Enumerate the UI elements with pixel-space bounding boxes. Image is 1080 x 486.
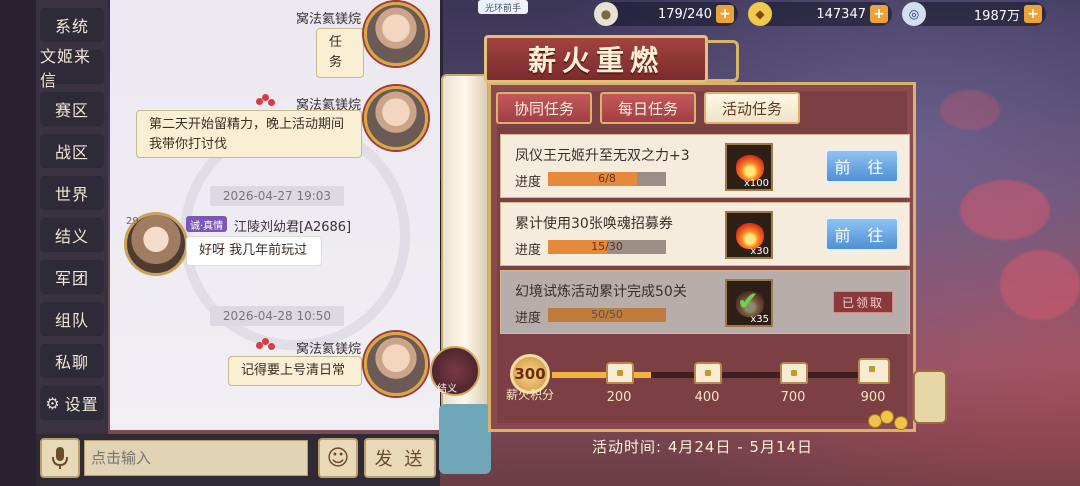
task-row: 幻境试炼活动累计完成50关 进度 50/50 ✔ x35 已领取 — [500, 270, 910, 334]
resource-bar: ● 179/240 + ◆ 147347 + ◎ 1987万 + — [594, 2, 1046, 26]
task-tabs: 协同任务 每日任务 活动任务 — [496, 92, 800, 124]
chest-icon[interactable] — [694, 362, 722, 384]
timestamp: 2026-04-27 19:03 — [210, 186, 344, 206]
chest-icon[interactable] — [780, 362, 808, 384]
message-bubble: 任务 — [316, 28, 364, 78]
message-bubble: 第二天开始留精力，晚上活动期间我带你打讨伐 — [136, 110, 362, 158]
sender-name: 窝法氦镁烷 — [296, 342, 362, 357]
chest-icon[interactable] — [606, 362, 634, 384]
player-level: 29 — [126, 216, 139, 227]
emoji-button[interactable]: ☺ — [318, 438, 358, 478]
sidebar-item-region[interactable]: 赛区 — [40, 92, 104, 126]
resource-gold: ◆ 147347 + — [748, 2, 892, 26]
timestamp: 2026-04-28 10:50 — [210, 306, 344, 326]
coins-decoration — [868, 408, 916, 430]
task-description: 幻境试炼活动累计完成50关 — [515, 284, 687, 300]
sidebar-item-system[interactable]: 系统 — [40, 8, 104, 42]
reward-quantity: x100 — [743, 178, 769, 189]
reward-quantity: x30 — [750, 246, 769, 257]
tab-event[interactable]: 活动任务 — [704, 92, 800, 124]
sidebar-item-war-zone[interactable]: 战区 — [40, 134, 104, 168]
chat-text-input[interactable] — [84, 440, 308, 476]
sidebar-item-world[interactable]: 世界 — [40, 176, 104, 210]
resource-stamina: ● 179/240 + — [594, 2, 738, 26]
sidebar-item-team[interactable]: 组队 — [40, 302, 104, 336]
progress-text: 6/8 — [598, 172, 616, 185]
chat-channel-sidebar: 系统 文姬来信 赛区 战区 世界 结义 军团 组队 私聊 ⚙ 设置 — [36, 0, 108, 436]
milestone-label: 900 — [860, 390, 886, 405]
reward-item[interactable]: ✔ x35 — [725, 279, 773, 327]
add-gold-button[interactable]: + — [870, 5, 888, 23]
flower-ornament-icon — [256, 94, 278, 108]
self-avatar[interactable] — [364, 86, 428, 150]
coins-value: 1987万 — [973, 8, 1020, 24]
chat-panel[interactable]: 窝法氦镁烷 任务 窝法氦镁烷 第二天开始留精力，晚上活动期间我带你打讨伐 202… — [110, 0, 443, 430]
task-row: 凤仪王元姬升至无双之力+3 进度 6/8 x100 前 往 — [500, 134, 910, 198]
gold-ingot-icon: ◆ — [748, 2, 772, 26]
flower-ornament-icon — [256, 338, 278, 352]
milestone-label: 700 — [780, 390, 806, 405]
tab-cooperative[interactable]: 协同任务 — [496, 92, 592, 124]
task-description: 累计使用30张唤魂招募券 — [515, 216, 673, 232]
send-button[interactable]: 发 送 — [364, 438, 436, 478]
task-progress-bar: 50/50 — [548, 308, 666, 322]
milestone-label: 400 — [694, 390, 720, 405]
progress-text: 15/30 — [591, 240, 623, 253]
screen-edge — [0, 0, 36, 486]
gear-icon: ⚙ — [45, 393, 61, 413]
go-button[interactable]: 前 往 — [825, 217, 899, 251]
add-stamina-button[interactable]: + — [716, 5, 734, 23]
progress-label: 进度 — [515, 311, 542, 326]
microphone-icon — [52, 447, 68, 469]
copper-coin-icon: ◎ — [902, 2, 926, 26]
event-title: 薪火重燃 — [484, 35, 708, 83]
go-button[interactable]: 前 往 — [825, 149, 899, 183]
top-badge: 光环前手 — [478, 0, 528, 14]
reward-item[interactable]: x30 — [725, 211, 773, 259]
progress-text: 50/50 — [591, 308, 623, 321]
smiley-icon: ☺ — [326, 445, 350, 471]
sidebar-item-settings[interactable]: ⚙ 设置 — [40, 386, 104, 420]
activity-time: 活动时间: 4月24日 - 5月14日 — [592, 438, 814, 456]
resource-coins: ◎ 1987万 + — [902, 2, 1046, 26]
stamina-value: 179/240 — [657, 6, 712, 22]
reward-item[interactable]: x100 — [725, 143, 773, 191]
add-coins-button[interactable]: + — [1024, 5, 1042, 23]
title-ornament — [706, 40, 739, 82]
sidebar-item-private[interactable]: 私聊 — [40, 344, 104, 378]
gold-value: 147347 — [816, 6, 866, 22]
checkmark-icon: ✔ — [737, 287, 759, 317]
reward-quantity: x35 — [750, 314, 769, 325]
sidebar-item-legion[interactable]: 军团 — [40, 260, 104, 294]
sender-name: 江陵刘幼君[A2686] — [234, 220, 352, 235]
scroll-decoration-right — [913, 370, 947, 424]
sidebar-item-sworn[interactable]: 结义 — [40, 218, 104, 252]
settings-label: 设置 — [64, 395, 99, 414]
task-progress-bar: 6/8 — [548, 172, 666, 186]
progress-label: 进度 — [515, 175, 542, 190]
flame-icon — [736, 221, 764, 249]
sender-name: 窝法氦镁烷 — [296, 12, 362, 27]
score-label: 薪火积分 — [506, 388, 555, 402]
milestone-label: 200 — [606, 390, 632, 405]
self-avatar[interactable] — [364, 332, 428, 396]
chat-input-bar: ☺ 发 送 — [36, 434, 440, 486]
claimed-stamp: 已领取 — [833, 291, 893, 313]
emblem-label: 结义 — [437, 384, 457, 395]
bun-icon: ● — [594, 2, 618, 26]
message-bubble: 记得要上号清日常 — [228, 356, 362, 386]
tab-daily[interactable]: 每日任务 — [600, 92, 696, 124]
chest-icon[interactable] — [858, 358, 890, 384]
flame-icon — [736, 153, 764, 181]
progress-label: 进度 — [515, 243, 542, 258]
task-row: 累计使用30张唤魂招募券 进度 15/30 x30 前 往 — [500, 202, 910, 266]
vip-badge: 诚·真情 — [186, 216, 228, 232]
task-description: 凤仪王元姬升至无双之力+3 — [515, 148, 690, 164]
task-progress-bar: 15/30 — [548, 240, 666, 254]
voice-button[interactable] — [40, 438, 80, 478]
sidebar-item-letters[interactable]: 文姬来信 — [40, 47, 104, 90]
self-avatar[interactable] — [364, 2, 428, 66]
message-bubble: 好呀 我几年前玩过 — [186, 236, 322, 266]
